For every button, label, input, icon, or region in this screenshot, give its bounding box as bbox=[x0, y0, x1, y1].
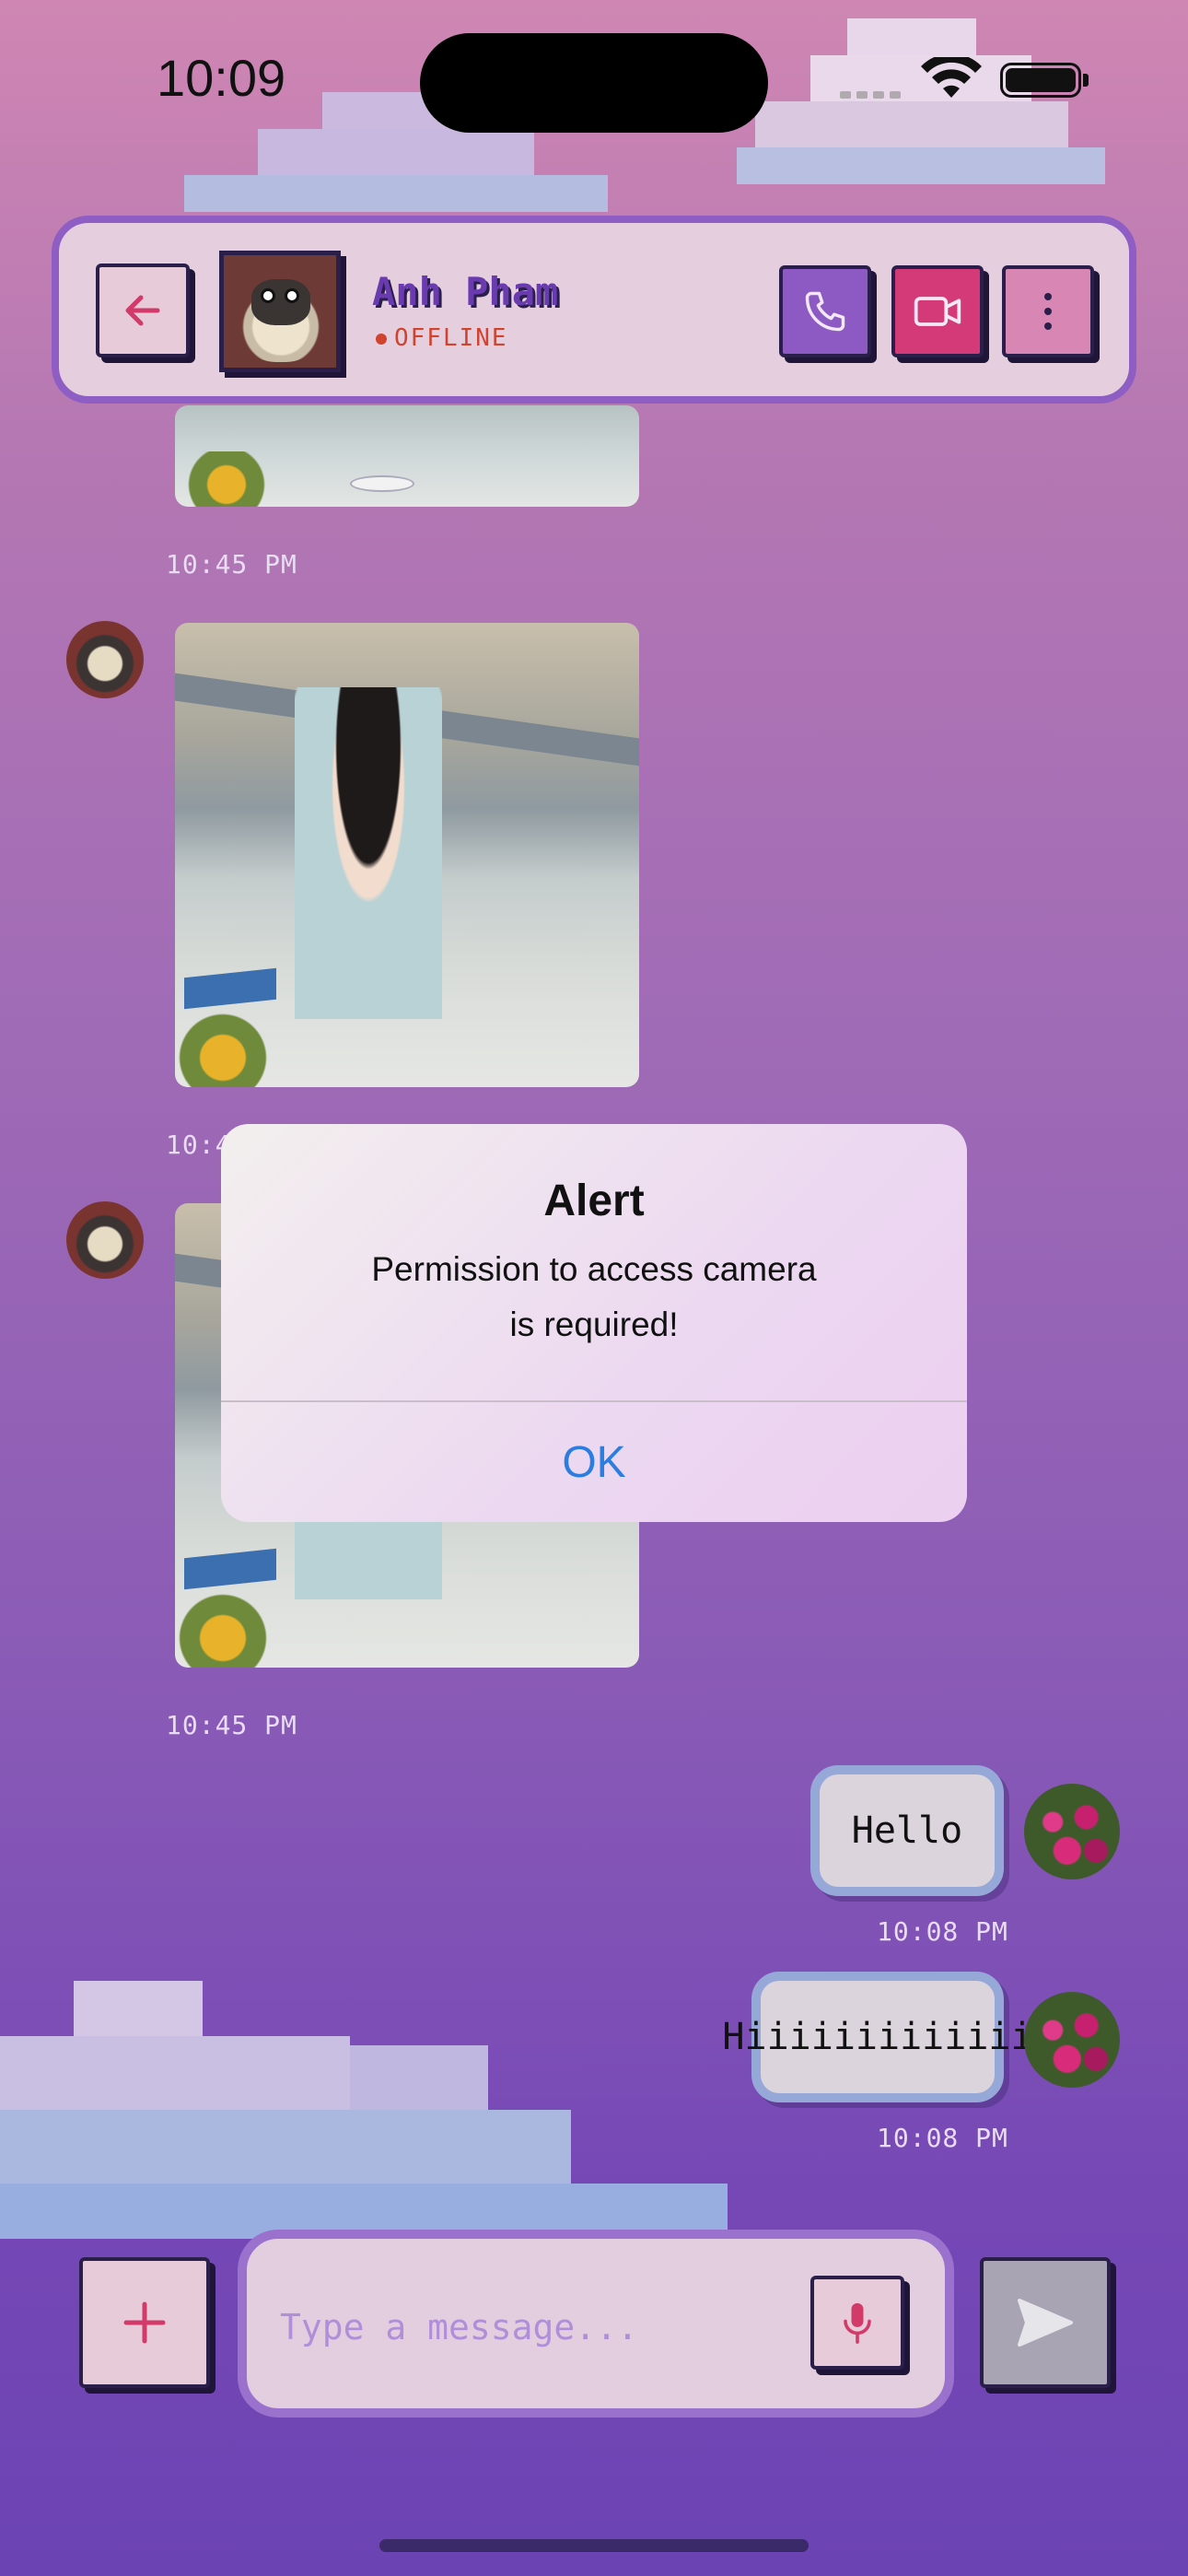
home-indicator bbox=[379, 2539, 809, 2552]
send-button[interactable] bbox=[980, 2257, 1111, 2388]
alert-title: Alert bbox=[543, 1177, 645, 1225]
voice-record-button[interactable] bbox=[810, 2276, 904, 2370]
attach-button[interactable] bbox=[79, 2257, 210, 2388]
microphone-icon bbox=[844, 2302, 871, 2344]
alert-message: Permission to access camera is required! bbox=[276, 1242, 912, 1352]
alert-message-line: Permission to access camera bbox=[371, 1250, 817, 1288]
plus-icon bbox=[123, 2301, 166, 2344]
alert-dialog: Alert Permission to access camera is req… bbox=[221, 1124, 967, 1522]
alert-message-line: is required! bbox=[509, 1306, 679, 1343]
send-icon bbox=[1018, 2299, 1073, 2347]
alert-ok-button[interactable]: OK bbox=[221, 1402, 967, 1522]
message-input[interactable] bbox=[280, 2298, 796, 2357]
